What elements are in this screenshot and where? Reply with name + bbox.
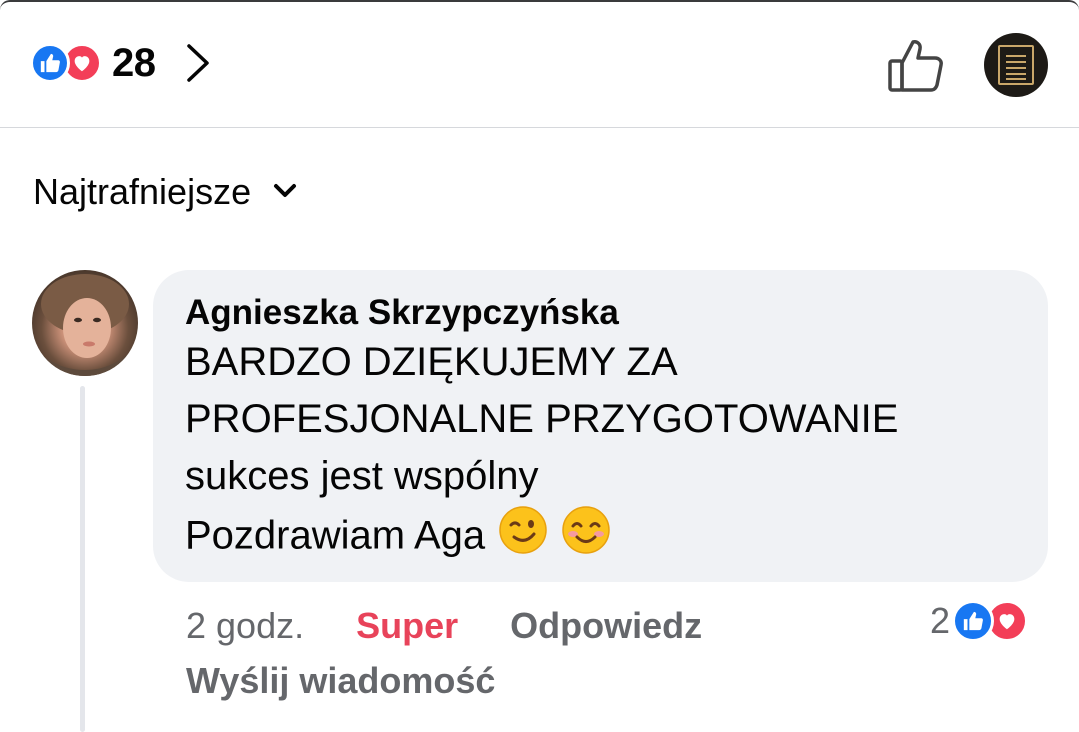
comment-actions: 2 godz. Super Odpowiedz [186,600,702,652]
chevron-down-icon [273,183,297,204]
thread-line [80,386,85,732]
sort-dropdown[interactable]: Najtrafniejsze [33,170,297,214]
reactions-summary[interactable]: 28 [30,40,214,86]
comment-reaction-count: 2 [930,600,951,641]
comment-bubble[interactable]: Agnieszka Skrzypczyńska BARDZO DZIĘKUJEM… [153,270,1048,582]
avatar[interactable] [32,270,138,376]
like-icon [30,43,70,83]
sheet-top-edge [0,0,1079,10]
chevron-right-icon[interactable] [184,40,214,86]
smiling-face-emoji [561,505,611,571]
comment-time[interactable]: 2 godz. [186,605,304,647]
reactions-header: 28 [0,0,1079,128]
winking-face-emoji [498,505,548,571]
super-reaction-button[interactable]: Super [356,605,458,647]
comment-author[interactable]: Agnieszka Skrzypczyńska [185,292,1016,334]
comment-text-line: PROFESJONALNE PRZYGOTOWANIE [185,397,899,441]
comment-text-last-line: Pozdrawiam Aga [185,505,1016,571]
comment-text-line: BARDZO DZIĘKUJEMY ZA [185,340,678,384]
comment-reactions[interactable]: 2 [930,598,1029,644]
send-message-button[interactable]: Wyślij wiadomość [186,660,495,702]
like-icon [952,600,995,642]
comment-text-line: sukces jest wspólny [185,454,539,498]
sort-label: Najtrafniejsze [33,171,252,212]
quiz-menu-icon[interactable] [984,33,1048,97]
reaction-count: 28 [112,40,156,85]
thumbs-up-icon[interactable] [886,36,946,94]
comment-text-line: Pozdrawiam Aga [185,513,486,558]
reply-button[interactable]: Odpowiedz [510,605,702,647]
